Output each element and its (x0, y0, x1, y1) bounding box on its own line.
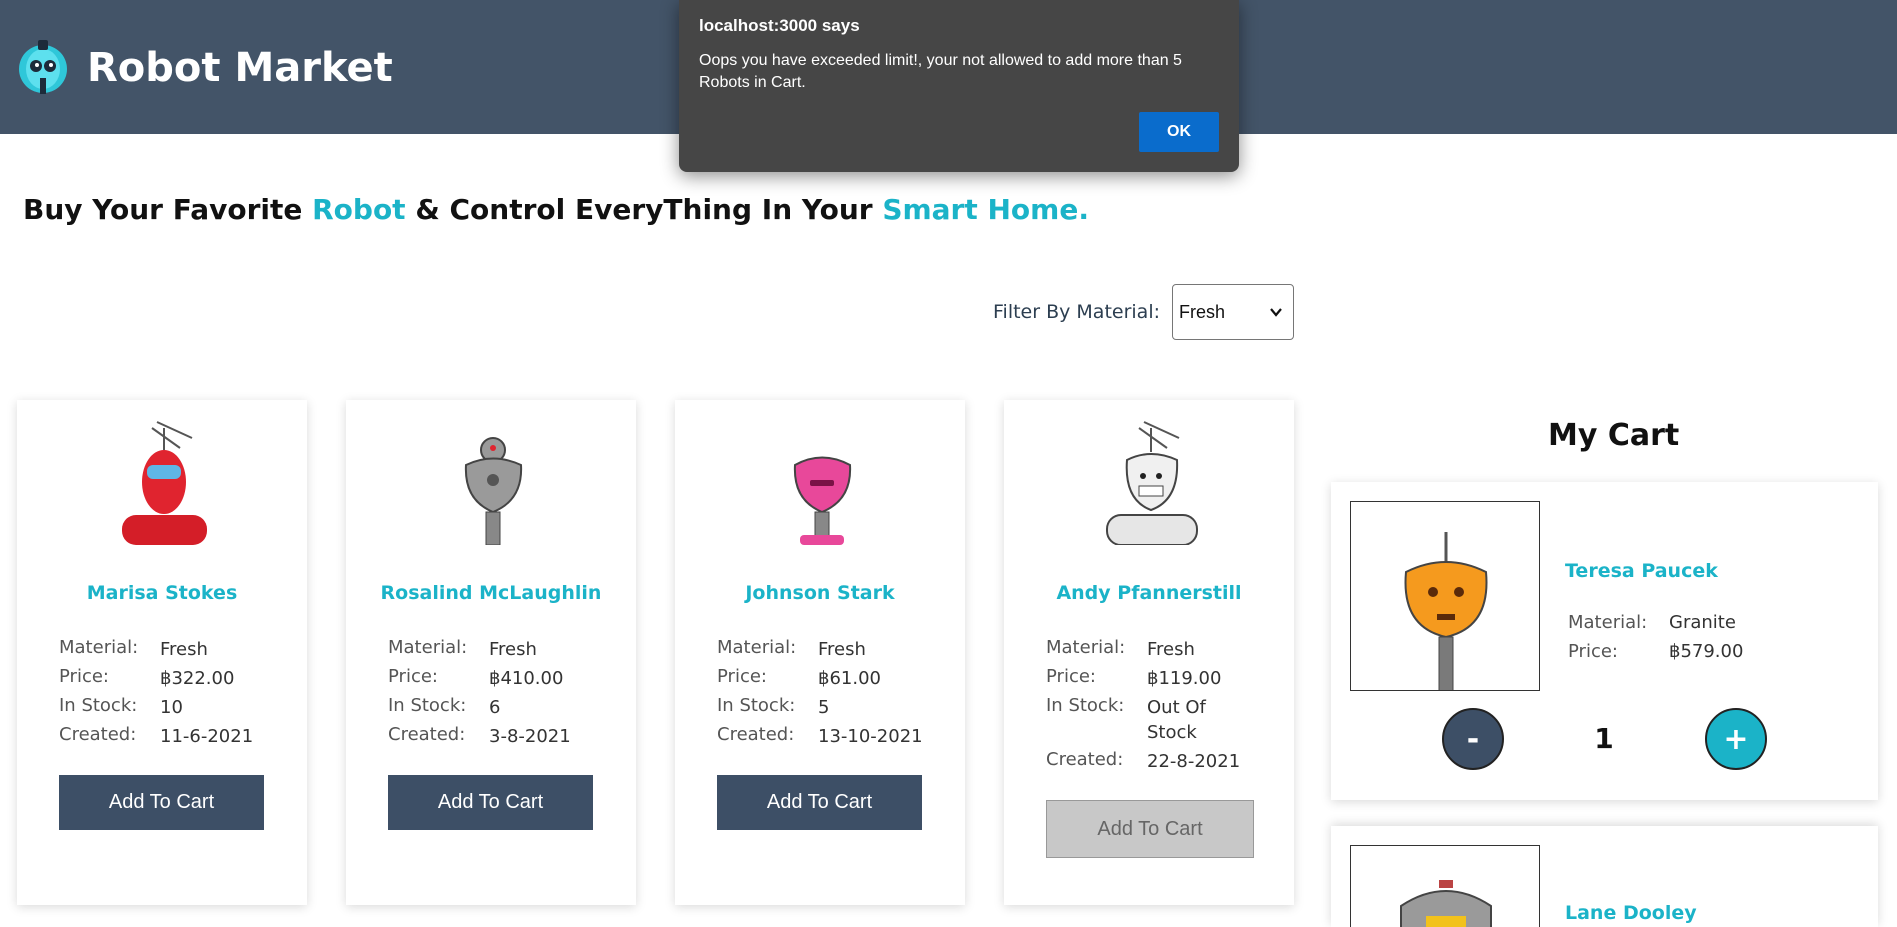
material-value: Fresh (1147, 639, 1195, 660)
material-value: Fresh (489, 639, 537, 660)
material-label: Material: (59, 637, 139, 658)
product-card: Rosalind McLaughlin Material: Fresh Price… (346, 400, 636, 905)
created-value: 11-6-2021 (160, 726, 254, 747)
red-robot-icon (122, 421, 207, 545)
alert-dialog: localhost:3000 says Oops you have exceed… (679, 0, 1239, 172)
product-name[interactable]: Johnson Stark (675, 582, 965, 604)
stock-label: In Stock: (717, 695, 796, 716)
created-value: 3-8-2021 (489, 726, 571, 747)
stock-label: In Stock: (59, 695, 138, 716)
stock-value: 10 (160, 697, 183, 718)
headline-part2: & Control EveryThing In Your (405, 193, 883, 226)
product-card: Marisa Stokes Material: Fresh Price: ฿322.… (17, 400, 307, 905)
product-name[interactable]: Rosalind McLaughlin (346, 582, 636, 604)
cart-item: Teresa Paucek Material: Granite Price: ฿57… (1331, 482, 1878, 800)
filter-label: Filter By Material: (993, 301, 1161, 323)
cart-item-image (1350, 501, 1540, 691)
material-label: Material: (1568, 612, 1648, 633)
add-to-cart-button[interactable]: Add To Cart (388, 775, 593, 830)
price-value: ฿61.00 (818, 668, 881, 689)
price-label: Price: (1568, 641, 1618, 662)
headline-accent-robot: Robot (312, 193, 406, 226)
gray-robot-icon (464, 437, 523, 545)
orange-robot-icon (1404, 532, 1488, 690)
price-label: Price: (388, 666, 438, 687)
dialog-title: localhost:3000 says (699, 16, 860, 35)
ok-button[interactable]: OK (1139, 112, 1219, 152)
created-label: Created: (1046, 749, 1124, 770)
stock-value: 5 (818, 697, 830, 718)
stock-value: 6 (489, 697, 501, 718)
created-label: Created: (59, 724, 137, 745)
price-label: Price: (717, 666, 767, 687)
price-value: ฿410.00 (489, 668, 564, 689)
price-label: Price: (59, 666, 109, 687)
material-value: Granite (1669, 612, 1736, 633)
add-to-cart-button[interactable]: Add To Cart (717, 775, 922, 830)
dialog-message: Oops you have exceeded limit!, your not … (699, 52, 1182, 91)
pink-robot-icon (793, 456, 852, 545)
white-robot-icon (1106, 421, 1198, 545)
filter-selected-value: Fresh (1179, 301, 1226, 322)
chevron-down-icon (1270, 308, 1282, 317)
price-value: ฿579.00 (1669, 641, 1744, 662)
product-name[interactable]: Andy Pfannerstill (1004, 582, 1294, 604)
product-card: Andy Pfannerstill Material: Fresh Price: ฿… (1004, 400, 1294, 905)
created-value: 13-10-2021 (818, 726, 923, 747)
add-to-cart-button[interactable]: Add To Cart (59, 775, 264, 830)
cart-item-image (1350, 845, 1540, 927)
headline-accent-smart-home: Smart Home. (882, 193, 1089, 226)
product-card: Johnson Stark Material: Fresh Price: ฿61.0… (675, 400, 965, 905)
price-value: ฿322.00 (160, 668, 235, 689)
headline-part1: Buy Your Favorite (23, 193, 313, 226)
material-value: Fresh (818, 639, 866, 660)
decrease-quantity-button[interactable]: - (1442, 708, 1504, 770)
created-label: Created: (717, 724, 795, 745)
cart-item-name[interactable]: Lane Dooley (1565, 902, 1697, 924)
cart-item: Lane Dooley (1331, 826, 1878, 927)
price-label: Price: (1046, 666, 1096, 687)
gray-robot-icon (1400, 880, 1492, 927)
robot-logo-icon[interactable] (16, 38, 70, 96)
product-name[interactable]: Marisa Stokes (17, 582, 307, 604)
stock-label: In Stock: (388, 695, 467, 716)
created-value: 22-8-2021 (1147, 751, 1241, 772)
add-to-cart-button-disabled[interactable]: Add To Cart (1046, 800, 1254, 858)
material-label: Material: (1046, 637, 1126, 658)
material-label: Material: (717, 637, 797, 658)
increase-quantity-button[interactable]: + (1705, 708, 1767, 770)
brand-title: Robot Market (87, 45, 393, 91)
page-headline: Buy Your Favorite Robot & Control EveryT… (23, 193, 1089, 226)
material-value: Fresh (160, 639, 208, 660)
cart-item-name[interactable]: Teresa Paucek (1565, 560, 1718, 582)
stock-label: In Stock: (1046, 695, 1125, 716)
stock-value: Out Of Stock (1147, 697, 1206, 743)
cart-title: My Cart (1548, 418, 1680, 453)
quantity-value: 1 (1594, 722, 1614, 755)
created-label: Created: (388, 724, 466, 745)
price-value: ฿119.00 (1147, 668, 1222, 689)
material-label: Material: (388, 637, 468, 658)
material-filter-select[interactable]: Fresh (1172, 284, 1294, 340)
